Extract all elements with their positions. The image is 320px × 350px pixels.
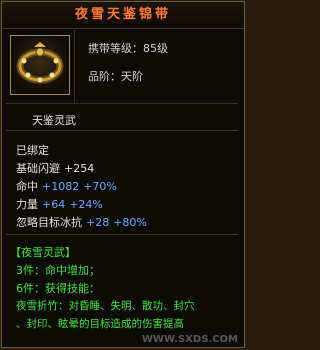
item-grade: 品阶：天阶	[88, 70, 143, 83]
stat-base: +254	[64, 162, 95, 175]
stat-bonus: +24%	[69, 198, 103, 211]
divider	[6, 234, 238, 235]
stat-row: 力量 +64 +24%	[16, 196, 107, 212]
stat-bonus: +80%	[113, 216, 147, 229]
item-tooltip-panel: 夜雪天鉴锦带 携带等级：85级 品阶：天阶 天鉴灵武 已绑定 基础闪避 +254 …	[1, 1, 245, 348]
set-bonus-line: 6件：获得技能：	[16, 282, 100, 295]
site-watermark: WWW.SXDS.COM	[141, 334, 238, 345]
stat-row: 基础闪避 +254	[16, 160, 98, 176]
stat-base: +1082	[42, 180, 80, 193]
stat-row: 忽略目标冰抗 +28 +80%	[16, 214, 151, 230]
stat-row: 命中 +1082 +70%	[16, 178, 121, 194]
stat-bonus: +70%	[83, 180, 117, 193]
item-name: 夜雪天鉴锦带	[2, 2, 244, 29]
stat-base: +28	[86, 216, 110, 229]
stat-base: +64	[42, 198, 66, 211]
divider	[6, 130, 238, 131]
belt-icon	[16, 42, 64, 84]
divider	[6, 103, 238, 104]
stat-label: 忽略目标冰抗	[16, 216, 82, 229]
stat-label: 命中	[16, 180, 38, 193]
series-name: 天鉴灵武	[32, 114, 76, 127]
set-title: 【夜雪灵武】	[10, 246, 76, 259]
stat-label: 力量	[16, 198, 38, 211]
stat-label: 基础闪避	[16, 162, 60, 175]
set-skill-line: 、封印、眩晕的目标造成的伤害提高	[16, 318, 184, 330]
set-skill-line: 夜雪折竹：对昏睡、失明、散功、封穴	[16, 300, 195, 312]
header-divider	[74, 30, 75, 103]
bound-status: 已绑定	[16, 144, 49, 157]
carry-level: 携带等级：85级	[88, 42, 168, 55]
item-icon-slot[interactable]	[10, 35, 70, 95]
set-bonus-line: 3件：命中增加；	[16, 264, 100, 277]
